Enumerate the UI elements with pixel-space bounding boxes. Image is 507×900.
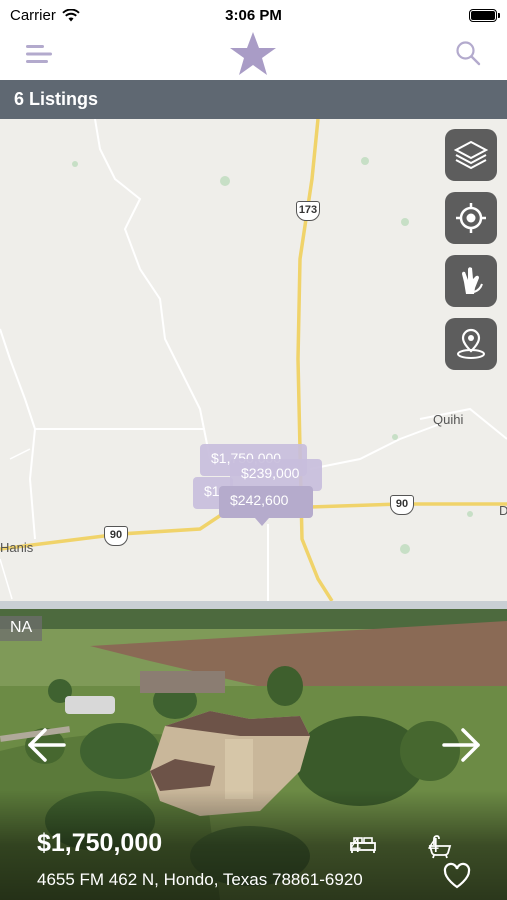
locate-icon xyxy=(456,203,486,233)
bed-icon xyxy=(350,837,376,853)
pin-location-icon xyxy=(457,328,485,359)
place-label: Hanis xyxy=(0,540,34,555)
wifi-icon xyxy=(62,8,80,21)
heart-icon xyxy=(443,862,471,889)
draw-icon xyxy=(462,267,483,294)
map-view[interactable]: 173 90 90 Quihi Hanis D $1,750,000 $239,… xyxy=(0,119,507,601)
pin-location-button[interactable] xyxy=(445,318,497,370)
menu-button[interactable] xyxy=(24,40,56,68)
search-icon xyxy=(456,41,481,66)
price-pin-pointer xyxy=(255,518,269,526)
carrier-label: Carrier xyxy=(10,6,56,24)
status-badge: NA xyxy=(0,616,43,641)
map-roads xyxy=(0,119,507,601)
menu-icon xyxy=(26,45,52,63)
arrow-right-icon xyxy=(442,728,480,762)
status-bar: Carrier 3:06 PM xyxy=(0,0,507,30)
favorite-button[interactable] xyxy=(443,862,471,890)
favorites-star-button[interactable] xyxy=(228,30,278,78)
price-pin[interactable]: $242,600 xyxy=(219,486,313,518)
nav-bar xyxy=(0,30,507,80)
listing-price: $1,750,000 xyxy=(37,829,163,857)
layers-button[interactable] xyxy=(445,129,497,181)
highway-shield: 173 xyxy=(296,201,320,221)
star-icon xyxy=(230,32,276,75)
beds-stat: 4 xyxy=(350,835,376,858)
highway-shield: 90 xyxy=(390,495,414,515)
baths-stat: 4 xyxy=(428,835,452,859)
battery-icon xyxy=(469,8,500,22)
next-listing-button[interactable] xyxy=(442,725,486,769)
status-left: Carrier xyxy=(10,7,80,24)
highway-shield: 90 xyxy=(104,526,128,546)
listing-photo-card[interactable]: NA $1,750,000 4655 FM 462 N, Hondo, Texa… xyxy=(0,601,507,900)
search-button[interactable] xyxy=(453,38,483,68)
listings-count-bar: 6 Listings xyxy=(0,80,507,119)
previous-listing-button[interactable] xyxy=(26,725,70,769)
bathtub-icon xyxy=(428,835,452,859)
layers-icon xyxy=(454,140,488,170)
arrow-left-icon xyxy=(28,728,66,762)
place-label: D xyxy=(499,503,507,518)
place-label: Quihi xyxy=(433,412,464,427)
draw-area-button[interactable] xyxy=(445,255,497,307)
listing-address: 4655 FM 462 N, Hondo, Texas 78861-6920 xyxy=(37,870,363,889)
locate-me-button[interactable] xyxy=(445,192,497,244)
